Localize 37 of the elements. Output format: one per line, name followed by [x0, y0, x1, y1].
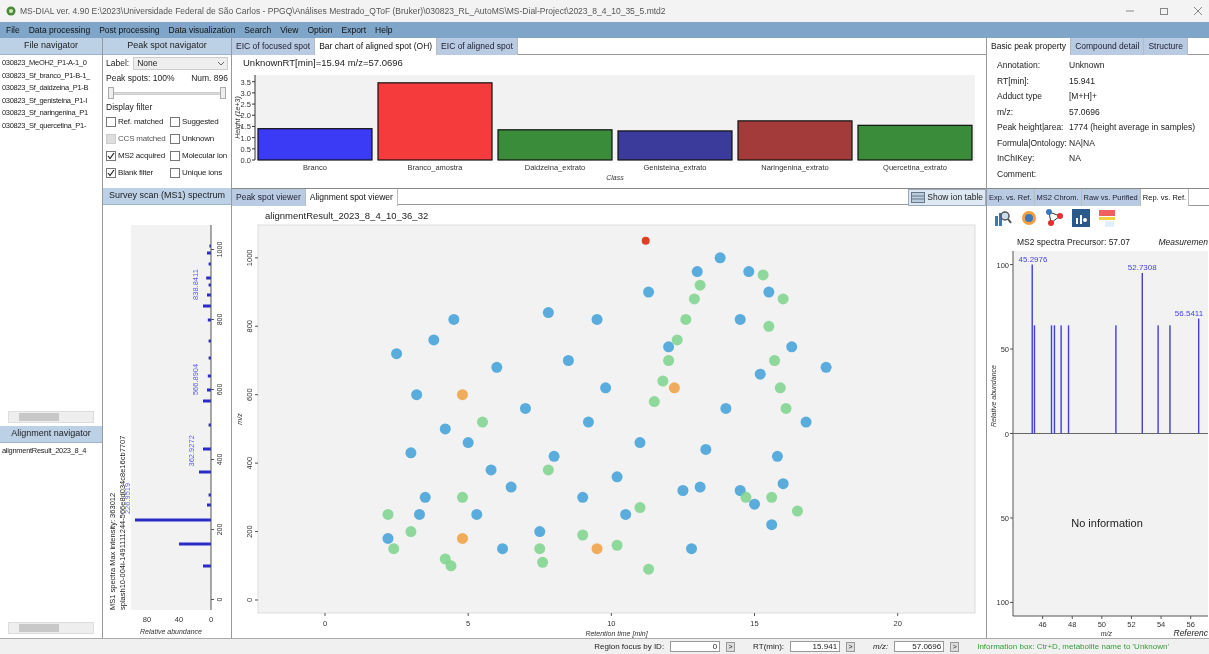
panel-header: File navigator: [0, 38, 102, 55]
panel-header: Alignment navigator: [0, 426, 102, 443]
property-label: Comment:: [997, 167, 1038, 181]
peak-label: 52.7308: [1127, 262, 1157, 272]
peak-label: 56.5411: [1174, 308, 1204, 318]
property-label: Adduct type: [997, 90, 1043, 104]
chart-title: alignmentResult_2023_8_4_10_36_32: [265, 210, 429, 221]
property-value: [M+H]+: [1069, 90, 1097, 104]
chart-title: UnknownRT[min]=15.94 m/z=57.0696: [243, 57, 403, 68]
window-title: MS-DIAL ver. 4.90 E:\2023\Universidade Federal de São Carlos - PPGQ\Análises Mestrado_QToF (Bruker)\030823_RL_AutoMS\MS-Dial-Project\2023_8_4_10_35_5.mtd2: [20, 4, 666, 18]
peak-spots-label: Peak spots: 100%: [106, 72, 175, 85]
chart-subtitle: Measuremen: [1158, 236, 1208, 247]
section-label: Display filter: [106, 100, 154, 114]
property-value: 15.941: [1069, 74, 1095, 88]
property-label: m/z:: [997, 105, 1015, 119]
property-value: 57.0696: [1069, 105, 1100, 119]
property-label: Formula|Ontology:: [997, 136, 1068, 150]
peak-count: Num. 896: [191, 72, 228, 85]
empty-message: No information: [1071, 516, 1143, 529]
panel-header: Survey scan (MS1) spectrum: [103, 188, 231, 205]
field-label: Label:: [106, 57, 130, 70]
property-label: RT[min]:: [997, 74, 1030, 88]
field-label: m/z:: [873, 640, 889, 653]
panel-header: Peak spot navigator: [103, 38, 231, 55]
info-message: Information box: Ctr+D, metabolite name to 'Unknown': [977, 640, 1169, 653]
field-label: Region focus by ID:: [594, 640, 665, 653]
property-label: Annotation:: [997, 59, 1041, 73]
chart-subtitle: Referenc: [1173, 627, 1208, 638]
peak-label: 45.2976: [1018, 254, 1048, 264]
property-label: InChIKey:: [997, 152, 1036, 166]
field-label: RT(min):: [753, 640, 785, 653]
property-label: Peak height|area:: [997, 121, 1065, 135]
property-value: NA: [1069, 152, 1081, 166]
property-value: 1774 (height average in samples): [1069, 121, 1196, 135]
property-value: NA|NA: [1069, 136, 1095, 150]
chart-title: MS2 spectra Precursor: 57.07: [1017, 236, 1130, 247]
property-value: Unknown: [1069, 59, 1105, 73]
